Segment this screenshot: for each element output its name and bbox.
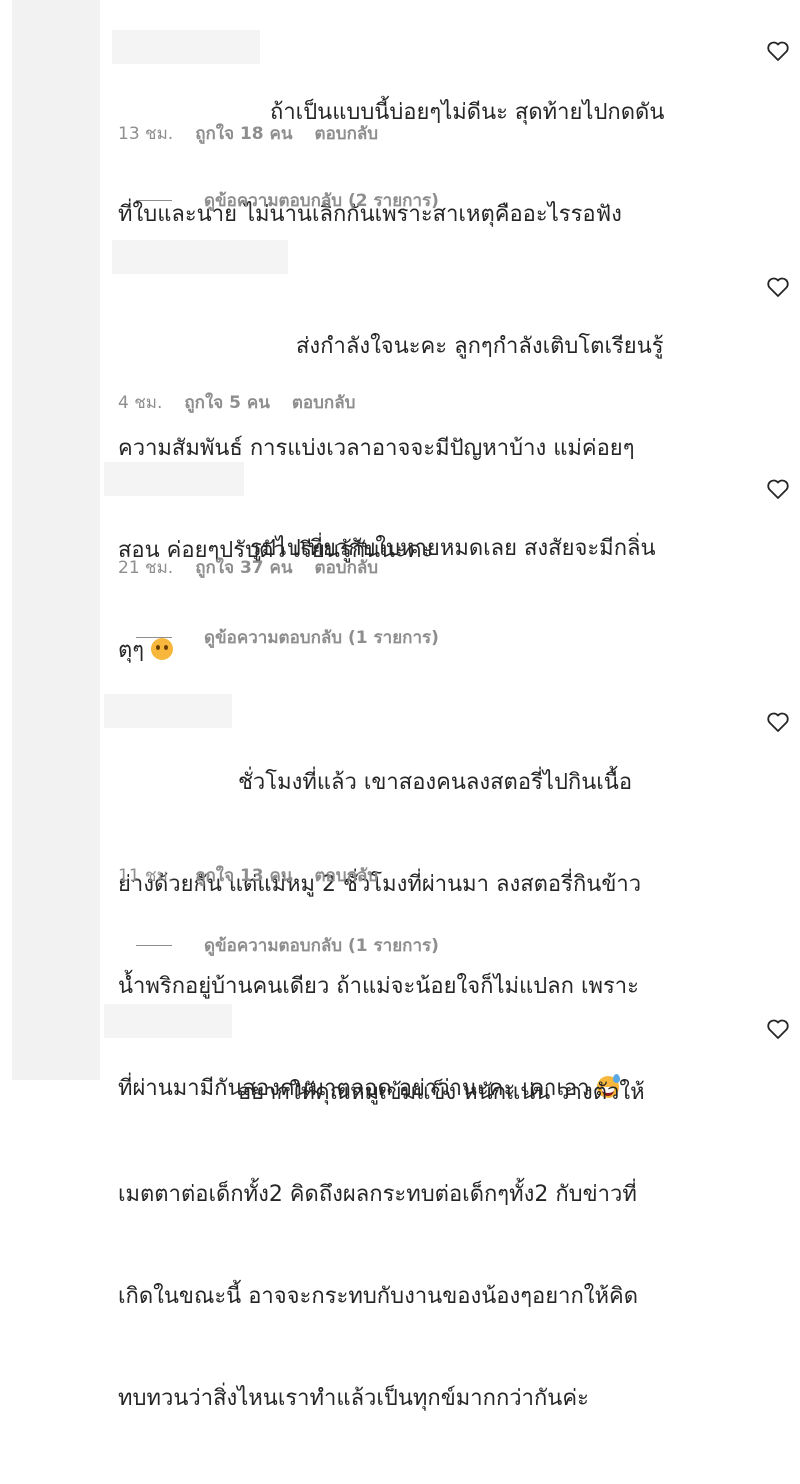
like-heart-icon[interactable]: [766, 711, 790, 733]
like-count[interactable]: ถูกใจ 13 คน: [195, 862, 292, 889]
divider-line: [136, 945, 172, 946]
comment-line: ชั่วโมงที่แล้ว เขาสองคนลงสตอรี่ไปกินเนื้…: [238, 770, 633, 795]
divider-line: [136, 200, 172, 201]
reply-button[interactable]: ตอบกลับ: [315, 554, 379, 581]
comment-time: 11 ชม.: [118, 866, 174, 886]
comment-line: อยากให้คุณหมูเข้มแข็ง หนักแน่น วางตัวให้: [238, 1080, 645, 1105]
like-count[interactable]: ถูกใจ 18 คน: [195, 120, 292, 147]
comment-time: 4 ชม.: [118, 393, 163, 413]
view-replies-label: ดูข้อความตอบกลับ (1 รายการ): [204, 936, 439, 956]
reply-button[interactable]: ตอบกลับ: [292, 389, 356, 416]
like-heart-icon[interactable]: [766, 1018, 790, 1040]
comment-line: ส่งกำลังใจนะคะ ลูกๆกำลังเติบโตเรียนรู้: [296, 334, 664, 359]
view-replies-label: ดูข้อความตอบกลับ (1 รายการ): [204, 628, 439, 648]
comment-time: 21 ชม.: [118, 558, 174, 578]
like-heart-icon[interactable]: [766, 478, 790, 500]
like-count[interactable]: ถูกใจ 37 คน: [195, 554, 292, 581]
view-replies-button[interactable]: ดูข้อความตอบกลับ (1 รายการ): [136, 624, 439, 651]
divider-line: [136, 637, 172, 638]
comment-line: ทบทวนว่าสิ่งไหนเราทำแล้วเป็นทุกข์มากกว่า…: [118, 1386, 589, 1411]
comment-line: เมตตาต่อเด็กทั้ง2 คิดถึงผลกระทบต่อเด็กๆท…: [118, 1182, 637, 1207]
reply-button[interactable]: ตอบกลับ: [315, 120, 379, 147]
reply-button[interactable]: ตอบกลับ: [315, 862, 379, 889]
like-count[interactable]: ถูกใจ 5 คน: [184, 389, 270, 416]
comment-line: เกิดในขณะนี้ อาจจะกระทบกับงานของน้องๆอยา…: [118, 1284, 639, 1309]
comment-time: 13 ชม.: [118, 124, 174, 144]
like-heart-icon[interactable]: [766, 40, 790, 62]
view-replies-label: ดูข้อความตอบกลับ (2 รายการ): [204, 191, 439, 211]
comment-line: ความสัมพันธ์ การแบ่งเวลาอาจจะมีปัญหาบ้าง…: [118, 436, 635, 461]
view-replies-button[interactable]: ดูข้อความตอบกลับ (2 รายการ): [136, 187, 439, 214]
view-replies-button[interactable]: ดูข้อความตอบกลับ (1 รายการ): [136, 932, 439, 959]
like-heart-icon[interactable]: [766, 276, 790, 298]
comment-line: น้ำพริกอยู่บ้านคนเดียว ถ้าแม่จะน้อยใจก็ไ…: [118, 974, 639, 999]
redacted-avatar-column: [12, 0, 100, 1080]
comment-text: อยากให้คุณหมูเข้มแข็ง หนักแน่น วางตัวให้…: [118, 1008, 738, 1484]
